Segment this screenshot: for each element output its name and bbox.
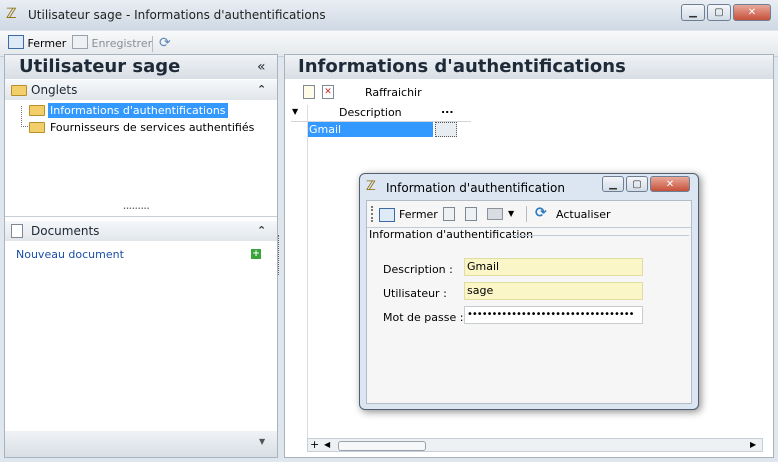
window-title: Utilisateur sage - Informations d'authen…	[28, 8, 326, 22]
row-edit-button[interactable]	[435, 122, 457, 137]
scroll-thumb[interactable]	[338, 441, 426, 451]
refresh-icon[interactable]: ⟳	[159, 35, 171, 52]
collapse-panel-icon[interactable]: «	[257, 55, 266, 79]
close-button[interactable]: Fermer	[8, 35, 66, 52]
dialog-toolbar: Fermer ▼ ⟳ Actualiser	[367, 201, 691, 228]
scroll-down-icon[interactable]: ▼	[259, 437, 265, 446]
right-panel-title: Informations d'authentifications	[298, 56, 626, 77]
add-row-icon[interactable]: +	[310, 438, 319, 451]
dialog-refresh-action[interactable]: Actualiser	[556, 208, 611, 221]
auth-info-dialog: ℤ Information d'authentification ▁ ▢ ✕ F…	[359, 173, 699, 410]
left-panel-footer: ▼	[5, 431, 277, 457]
documents-label: Documents	[31, 224, 100, 238]
tree-item-fournisseurs[interactable]: Fournisseurs de services authentifiés	[29, 120, 269, 135]
grid-column-ellipsis[interactable]: ...	[441, 103, 454, 116]
refresh-grid-button[interactable]: Raffraichir	[365, 86, 422, 99]
scroll-left-icon[interactable]: ◀	[324, 440, 330, 449]
document-icon	[11, 224, 23, 238]
new-record-icon[interactable]	[303, 85, 315, 99]
user-field[interactable]: sage	[464, 282, 643, 300]
tree-item-fournisseurs-label: Fournisseurs de services authentifiés	[50, 121, 255, 134]
close-window-button[interactable]: ✕	[733, 4, 771, 21]
minimize-button[interactable]: ▁	[681, 4, 705, 21]
password-field[interactable]: ••••••••••••••••••••••••••••••••••	[464, 306, 643, 324]
dialog-close-action[interactable]: Fermer	[399, 208, 438, 221]
close-icon	[8, 35, 24, 49]
vertical-splitter[interactable]	[278, 235, 283, 275]
onglets-label: Onglets	[31, 83, 78, 97]
title-bar: ℤ Utilisateur sage - Informations d'auth…	[0, 0, 778, 30]
app-logo-icon: ℤ	[6, 6, 17, 22]
dialog-close-button[interactable]: ✕	[650, 176, 690, 192]
grid-expand-icon[interactable]: ▼	[292, 107, 298, 116]
description-label: Description :	[383, 263, 453, 276]
dialog-logo-icon: ℤ	[366, 179, 376, 194]
password-label: Mot de passe :	[383, 311, 464, 324]
tree-item-informations-label: Informations d'authentifications	[48, 103, 228, 118]
collapse-documents-icon[interactable]: ⌃	[257, 221, 266, 241]
group-line	[507, 235, 689, 236]
paste-icon[interactable]	[465, 207, 477, 221]
toolbar-separator	[526, 206, 527, 222]
delete-record-icon[interactable]: ✕	[322, 85, 334, 99]
tree-item-informations[interactable]: Informations d'authentifications	[29, 103, 233, 118]
grid-left-line	[307, 105, 308, 445]
collapse-onglets-icon[interactable]: ⌃	[257, 80, 266, 100]
user-label: Utilisateur :	[383, 287, 447, 300]
grid-row[interactable]: Gmail	[307, 122, 457, 137]
splitter-grip[interactable]: •••••••••	[123, 206, 150, 212]
dialog-close-icon	[379, 208, 395, 222]
toolbar-grip	[371, 206, 375, 222]
dialog-maximize-button[interactable]: ▢	[626, 176, 648, 192]
maximize-button[interactable]: ▢	[707, 4, 731, 21]
documents-section-header[interactable]: Documents ⌃	[5, 221, 277, 241]
description-field[interactable]: Gmail	[464, 258, 643, 276]
save-button[interactable]: Enregistrer	[72, 35, 152, 52]
folder-icon	[11, 85, 27, 96]
dialog-minimize-button[interactable]: ▁	[602, 176, 624, 192]
scroll-right-icon[interactable]: ▶	[750, 440, 756, 449]
print-dropdown-icon[interactable]: ▼	[508, 209, 514, 218]
add-icon[interactable]: +	[251, 249, 261, 259]
print-icon[interactable]	[487, 208, 503, 220]
right-panel-header: Informations d'authentifications	[285, 55, 773, 79]
horizontal-scrollbar[interactable]: ◀ ▶	[307, 438, 763, 452]
save-icon	[72, 35, 88, 49]
grid-header: ▼ Description ...	[291, 103, 471, 122]
new-document-link[interactable]: Nouveau document	[16, 248, 124, 261]
dialog-client: Fermer ▼ ⟳ Actualiser Information d'auth…	[366, 200, 692, 404]
folder-icon	[29, 122, 45, 133]
left-panel: Utilisateur sage « Onglets ⌃ Information…	[4, 54, 278, 458]
grid-cell-description[interactable]: Gmail	[307, 122, 433, 137]
dialog-title: Information d'authentification	[386, 181, 565, 195]
open-folder-icon	[29, 105, 45, 116]
save-button-label: Enregistrer	[91, 37, 153, 50]
left-panel-title: Utilisateur sage	[19, 56, 181, 77]
grid-toolbar: ✕ Raffraichir	[285, 81, 773, 103]
toolbar-separator	[152, 36, 153, 52]
close-button-label: Fermer	[27, 37, 67, 50]
refresh-icon: ⟳	[535, 205, 547, 221]
copy-icon[interactable]	[443, 207, 455, 221]
onglets-section-header[interactable]: Onglets ⌃	[5, 80, 277, 100]
left-panel-header: Utilisateur sage «	[5, 55, 277, 79]
grid-column-description[interactable]: Description	[339, 106, 402, 119]
splitter-line	[5, 216, 277, 217]
